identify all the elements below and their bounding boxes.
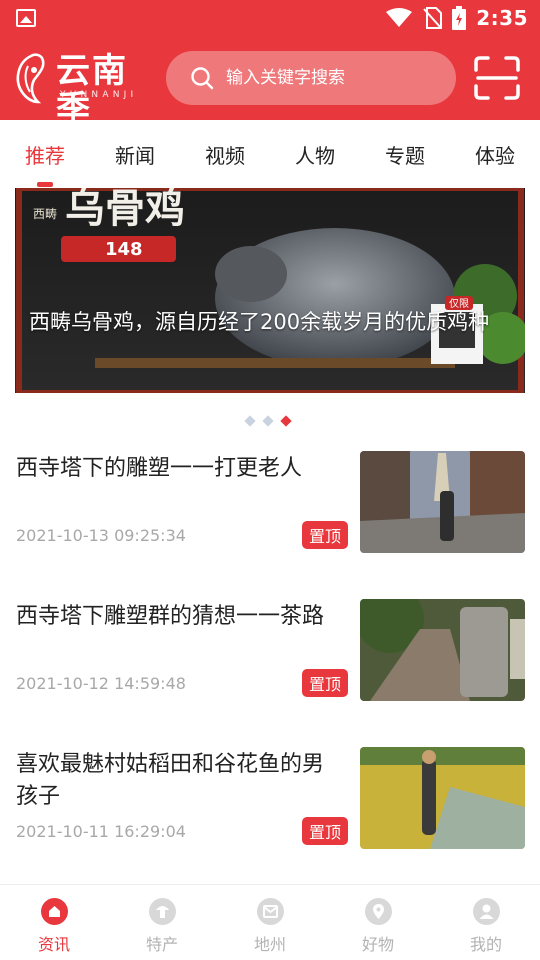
tab-news[interactable]: 新闻 — [100, 120, 170, 188]
user-icon — [473, 898, 500, 925]
article-item[interactable]: 西寺塔下的雕塑一一打更老人 2021-10-13 09:25:34 置顶 — [0, 451, 540, 555]
pinned-badge: 置顶 — [302, 669, 348, 697]
tab-experience[interactable]: 体验 — [460, 120, 530, 188]
peacock-logo-icon — [16, 53, 45, 104]
search-bar[interactable] — [166, 51, 456, 105]
pinned-badge: 置顶 — [302, 817, 348, 845]
nav-goods[interactable]: 好物 — [324, 885, 432, 960]
search-icon — [191, 67, 214, 90]
no-sim-icon — [423, 7, 443, 29]
nav-label: 资讯 — [37, 935, 70, 954]
region-icon — [257, 898, 284, 925]
carousel-dot[interactable] — [262, 415, 274, 427]
app-logo: 云南季 YUNNANJI — [12, 50, 157, 128]
active-tab-indicator — [37, 182, 53, 187]
article-item[interactable]: 西寺塔下雕塑群的猜想一一茶路 2021-10-12 14:59:48 置顶 — [0, 599, 540, 703]
status-time: 2:35 — [476, 6, 528, 30]
nav-news[interactable]: 资讯 — [0, 885, 108, 960]
article-date: 2021-10-11 16:29:04 — [16, 822, 186, 841]
article-date: 2021-10-12 14:59:48 — [16, 674, 186, 693]
tab-people[interactable]: 人物 — [280, 120, 350, 188]
status-bar: 2:35 — [0, 0, 540, 36]
bottom-navigation: 资讯 特产 地州 好物 我的 — [0, 884, 540, 960]
nav-label: 特产 — [145, 935, 178, 954]
banner-image: 西畴 乌骨鸡 148 仅限 — [15, 188, 525, 393]
article-title: 西寺塔下的雕塑一一打更老人 — [16, 456, 303, 481]
location-pin-icon — [365, 898, 392, 925]
poster-title: 乌骨鸡 — [65, 188, 185, 232]
gallery-notification-icon — [16, 9, 36, 27]
scan-qr-icon[interactable] — [474, 56, 520, 100]
carousel-indicator — [244, 415, 296, 427]
carousel-dot[interactable] — [244, 415, 256, 427]
tab-topics[interactable]: 专题 — [370, 120, 440, 188]
product-icon — [149, 898, 176, 925]
nav-label: 地州 — [253, 935, 286, 954]
pinned-badge: 置顶 — [302, 521, 348, 549]
tab-recommend[interactable]: 推荐 — [10, 120, 80, 188]
tab-video[interactable]: 视频 — [190, 120, 260, 188]
poster-price: 148 — [105, 239, 143, 260]
banner-caption: 西畴乌骨鸡，源自历经了200余载岁月的优质鸡种 — [29, 310, 490, 334]
article-item[interactable]: 喜欢最魅村姑稻田和谷花鱼的男孩子 2021-10-11 16:29:04 置顶 — [0, 747, 540, 851]
poster-brand: 西畴 — [33, 207, 57, 221]
nav-label: 好物 — [361, 935, 394, 954]
battery-icon — [452, 6, 467, 30]
search-input[interactable] — [226, 68, 446, 88]
article-title: 喜欢最魅村姑稻田和谷花鱼的男孩子 — [16, 752, 325, 809]
article-thumbnail — [360, 451, 525, 553]
carousel-dot-active[interactable] — [280, 415, 292, 427]
wifi-icon — [386, 8, 413, 27]
banner-carousel[interactable]: 西畴 乌骨鸡 148 仅限 西畴乌骨鸡，源自历经了200余载岁月的优质鸡种 — [15, 188, 525, 393]
logo-subtext: YUNNANJI — [60, 90, 138, 100]
nav-regions[interactable]: 地州 — [216, 885, 324, 960]
nav-label: 我的 — [469, 935, 502, 954]
app-header: 云南季 YUNNANJI — [0, 36, 540, 128]
article-thumbnail — [360, 747, 525, 849]
article-thumbnail — [360, 599, 525, 701]
nav-profile[interactable]: 我的 — [432, 885, 540, 960]
home-icon — [41, 898, 68, 925]
nav-products[interactable]: 特产 — [108, 885, 216, 960]
article-date: 2021-10-13 09:25:34 — [16, 526, 186, 545]
article-title: 西寺塔下雕塑群的猜想一一茶路 — [16, 604, 325, 629]
category-tabs: 推荐 新闻 视频 人物 专题 体验 — [0, 120, 540, 188]
